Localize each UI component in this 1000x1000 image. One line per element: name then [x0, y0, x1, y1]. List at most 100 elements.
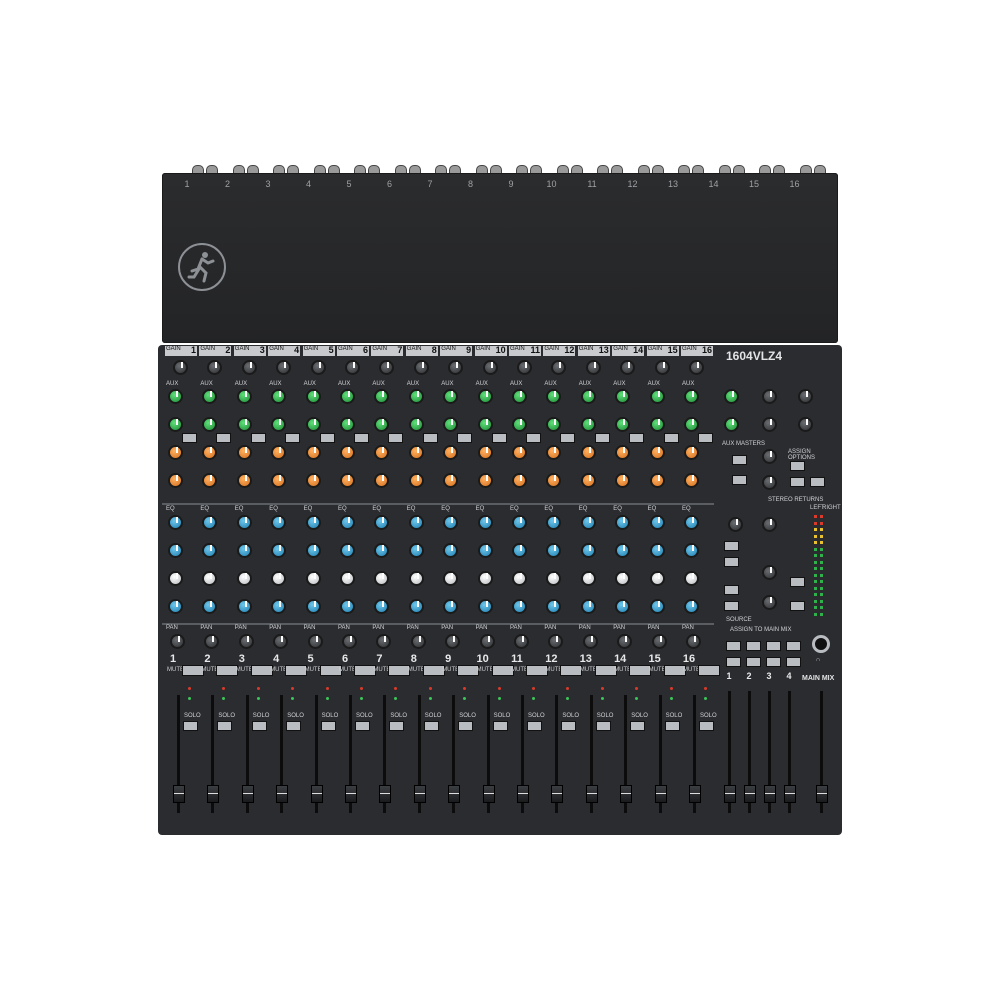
pre-button[interactable] — [388, 433, 404, 443]
eq-low-knob[interactable] — [408, 599, 424, 614]
eq-low-knob[interactable] — [649, 599, 665, 614]
aux-master-1-knob[interactable] — [724, 389, 739, 404]
aux-3-knob[interactable] — [649, 445, 665, 460]
pan-knob[interactable] — [582, 634, 598, 649]
pre-button[interactable] — [285, 433, 301, 443]
aux-1-knob[interactable] — [684, 389, 699, 404]
aux-4-knob[interactable] — [202, 473, 218, 488]
solo-button[interactable] — [320, 721, 336, 731]
aux-3-knob[interactable] — [340, 445, 355, 460]
channel-fader[interactable] — [654, 785, 667, 803]
eq-high-knob[interactable] — [580, 515, 596, 530]
aux-1-knob[interactable] — [168, 389, 183, 404]
gain-knob[interactable] — [173, 360, 188, 375]
solo-button[interactable] — [595, 721, 611, 731]
channel-fader[interactable] — [517, 785, 529, 803]
aux-2-knob[interactable] — [580, 417, 596, 432]
eq-mid-knob[interactable] — [202, 543, 218, 558]
aux-1-knob[interactable] — [615, 389, 631, 404]
source-button[interactable] — [724, 601, 739, 611]
eq-high-knob[interactable] — [512, 515, 527, 530]
channel-fader[interactable] — [310, 785, 323, 803]
aux-2-knob[interactable] — [408, 417, 424, 432]
eq-freq-knob[interactable] — [512, 571, 527, 586]
eq-high-knob[interactable] — [202, 515, 218, 530]
eq-high-knob[interactable] — [271, 515, 287, 530]
aux-4-knob[interactable] — [374, 473, 390, 488]
eq-mid-knob[interactable] — [512, 543, 527, 558]
gain-knob[interactable] — [241, 360, 257, 375]
eq-mid-knob[interactable] — [649, 543, 665, 558]
assign-button[interactable] — [766, 641, 781, 651]
stereo-return-1-knob[interactable] — [762, 389, 777, 404]
channel-fader[interactable] — [448, 785, 461, 803]
eq-freq-knob[interactable] — [546, 571, 562, 586]
pan-knob[interactable] — [342, 634, 357, 649]
assign-button[interactable] — [786, 641, 801, 651]
gain-knob[interactable] — [482, 360, 498, 375]
pan-knob[interactable] — [410, 634, 426, 649]
eq-low-knob[interactable] — [512, 599, 527, 614]
aux-1-knob[interactable] — [649, 389, 665, 404]
eq-freq-knob[interactable] — [684, 571, 699, 586]
eq-freq-knob[interactable] — [408, 571, 424, 586]
eq-low-knob[interactable] — [236, 599, 252, 614]
eq-mid-knob[interactable] — [443, 543, 459, 558]
aux-4-knob[interactable] — [340, 473, 355, 488]
aux-2-knob[interactable] — [202, 417, 218, 432]
solo-button[interactable] — [217, 721, 233, 731]
eq-low-knob[interactable] — [477, 599, 493, 614]
pre-button[interactable] — [629, 433, 645, 443]
aux-1-knob[interactable] — [236, 389, 252, 404]
solo-button[interactable] — [286, 721, 302, 731]
eq-mid-knob[interactable] — [305, 543, 321, 558]
gain-knob[interactable] — [413, 360, 429, 375]
gain-knob[interactable] — [310, 360, 326, 375]
channel-fader[interactable] — [585, 785, 598, 803]
gain-knob[interactable] — [345, 360, 360, 375]
channel-fader[interactable] — [379, 785, 392, 803]
eq-mid-knob[interactable] — [546, 543, 562, 558]
gain-knob[interactable] — [689, 360, 704, 375]
pre-button[interactable] — [250, 433, 266, 443]
eq-mid-knob[interactable] — [340, 543, 355, 558]
eq-mid-knob[interactable] — [615, 543, 631, 558]
aux-1-knob[interactable] — [340, 389, 355, 404]
eq-low-knob[interactable] — [202, 599, 218, 614]
eq-mid-knob[interactable] — [684, 543, 699, 558]
aux-3-knob[interactable] — [512, 445, 527, 460]
gain-knob[interactable] — [620, 360, 636, 375]
eq-freq-knob[interactable] — [305, 571, 321, 586]
solo-button[interactable] — [492, 721, 508, 731]
eq-low-knob[interactable] — [615, 599, 631, 614]
assign-button[interactable] — [786, 657, 801, 667]
eq-low-knob[interactable] — [546, 599, 562, 614]
aux-2-knob[interactable] — [168, 417, 183, 432]
master-option-button[interactable] — [790, 477, 805, 487]
pre-button[interactable] — [457, 433, 473, 443]
aux-2-knob[interactable] — [374, 417, 390, 432]
aux-4-knob[interactable] — [512, 473, 527, 488]
source-button[interactable] — [790, 577, 805, 587]
aux-1-knob[interactable] — [546, 389, 562, 404]
pan-knob[interactable] — [238, 634, 254, 649]
gain-knob[interactable] — [207, 360, 223, 375]
pan-knob[interactable] — [651, 634, 667, 649]
aux-1-knob[interactable] — [202, 389, 218, 404]
aux-4-knob[interactable] — [408, 473, 424, 488]
eq-low-knob[interactable] — [374, 599, 390, 614]
assign-button[interactable] — [746, 657, 761, 667]
source-button[interactable] — [724, 557, 739, 567]
channel-fader[interactable] — [413, 785, 426, 803]
aux-1-knob[interactable] — [512, 389, 527, 404]
channel-fader[interactable] — [482, 785, 495, 803]
eq-high-knob[interactable] — [305, 515, 321, 530]
eq-mid-knob[interactable] — [236, 543, 252, 558]
aux-2-knob[interactable] — [340, 417, 355, 432]
pre-button[interactable] — [560, 433, 576, 443]
pre-button[interactable] — [594, 433, 610, 443]
pre-button[interactable] — [319, 433, 335, 443]
aux-4-knob[interactable] — [649, 473, 665, 488]
eq-freq-knob[interactable] — [202, 571, 218, 586]
aux-1-knob[interactable] — [580, 389, 596, 404]
